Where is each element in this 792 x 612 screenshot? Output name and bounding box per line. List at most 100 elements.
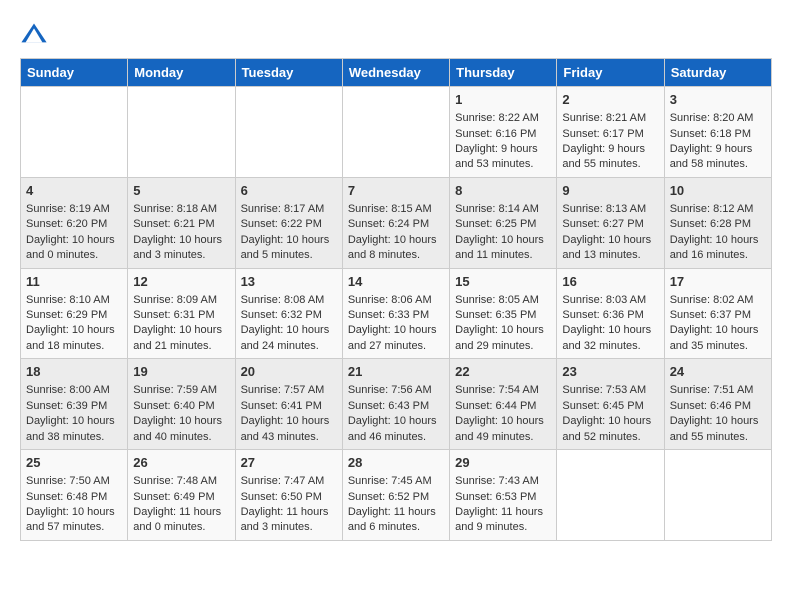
day-detail: Sunrise: 7:51 AM bbox=[670, 383, 766, 398]
day-detail: Sunrise: 8:21 AM bbox=[562, 111, 658, 126]
day-detail: Daylight: 10 hours bbox=[241, 414, 337, 429]
day-detail: and 16 minutes. bbox=[670, 248, 766, 263]
day-number: 26 bbox=[133, 454, 229, 472]
day-detail: and 52 minutes. bbox=[562, 430, 658, 445]
day-header-friday: Friday bbox=[557, 59, 664, 87]
day-detail: Daylight: 10 hours bbox=[455, 233, 551, 248]
day-number: 13 bbox=[241, 273, 337, 291]
day-number: 28 bbox=[348, 454, 444, 472]
calendar-cell: 28 Sunrise: 7:45 AMSunset: 6:52 PMDayligh… bbox=[342, 450, 449, 541]
day-detail: and 0 minutes. bbox=[133, 520, 229, 535]
day-detail: Sunrise: 8:20 AM bbox=[670, 111, 766, 126]
page-header bbox=[20, 20, 772, 48]
day-detail: Sunrise: 8:02 AM bbox=[670, 293, 766, 308]
day-number: 15 bbox=[455, 273, 551, 291]
day-detail: Sunrise: 8:22 AM bbox=[455, 111, 551, 126]
day-header-thursday: Thursday bbox=[450, 59, 557, 87]
week-row-3: 11Sunrise: 8:10 AMSunset: 6:29 PMDayligh… bbox=[21, 268, 772, 359]
day-detail: Daylight: 10 hours bbox=[455, 323, 551, 338]
calendar-cell bbox=[128, 87, 235, 178]
day-detail: Daylight: 9 hours bbox=[562, 142, 658, 157]
logo-icon bbox=[20, 20, 48, 48]
day-detail: Sunrise: 8:10 AM bbox=[26, 293, 122, 308]
calendar-cell: 3Sunrise: 8:20 AMSunset: 6:18 PMDaylight… bbox=[664, 87, 771, 178]
day-detail: and 13 minutes. bbox=[562, 248, 658, 263]
day-detail: Daylight: 11 hours bbox=[348, 505, 444, 520]
day-detail: and 24 minutes. bbox=[241, 339, 337, 354]
day-detail: Sunset: 6:48 PM bbox=[26, 490, 122, 505]
day-detail: Daylight: 10 hours bbox=[26, 233, 122, 248]
day-number: 7 bbox=[348, 182, 444, 200]
day-detail: Sunset: 6:39 PM bbox=[26, 399, 122, 414]
day-detail: Sunset: 6:22 PM bbox=[241, 217, 337, 232]
day-number: 16 bbox=[562, 273, 658, 291]
day-detail: Sunrise: 8:05 AM bbox=[455, 293, 551, 308]
calendar-cell: 17Sunrise: 8:02 AMSunset: 6:37 PMDayligh… bbox=[664, 268, 771, 359]
day-number: 25 bbox=[26, 454, 122, 472]
day-detail: Sunset: 6:29 PM bbox=[26, 308, 122, 323]
day-detail: and 40 minutes. bbox=[133, 430, 229, 445]
day-detail: Daylight: 10 hours bbox=[348, 414, 444, 429]
day-detail: Daylight: 11 hours bbox=[455, 505, 551, 520]
day-detail: and 8 minutes. bbox=[348, 248, 444, 263]
calendar-cell: 23Sunrise: 7:53 AMSunset: 6:45 PMDayligh… bbox=[557, 359, 664, 450]
day-detail: Sunset: 6:43 PM bbox=[348, 399, 444, 414]
day-detail: Sunrise: 7:53 AM bbox=[562, 383, 658, 398]
day-detail: Sunrise: 7:59 AM bbox=[133, 383, 229, 398]
day-detail: and 32 minutes. bbox=[562, 339, 658, 354]
day-detail: Sunrise: 8:03 AM bbox=[562, 293, 658, 308]
day-detail: Sunset: 6:21 PM bbox=[133, 217, 229, 232]
days-of-week-row: SundayMondayTuesdayWednesdayThursdayFrid… bbox=[21, 59, 772, 87]
calendar-body: 1Sunrise: 8:22 AMSunset: 6:16 PMDaylight… bbox=[21, 87, 772, 541]
calendar-cell: 7Sunrise: 8:15 AMSunset: 6:24 PMDaylight… bbox=[342, 177, 449, 268]
calendar-cell: 16Sunrise: 8:03 AMSunset: 6:36 PMDayligh… bbox=[557, 268, 664, 359]
day-detail: Sunrise: 8:13 AM bbox=[562, 202, 658, 217]
day-detail: and 55 minutes. bbox=[670, 430, 766, 445]
day-number: 19 bbox=[133, 363, 229, 381]
day-detail: Sunset: 6:16 PM bbox=[455, 127, 551, 142]
day-number: 18 bbox=[26, 363, 122, 381]
day-detail: Sunrise: 8:12 AM bbox=[670, 202, 766, 217]
calendar-cell: 21Sunrise: 7:56 AMSunset: 6:43 PMDayligh… bbox=[342, 359, 449, 450]
day-detail: Sunrise: 8:00 AM bbox=[26, 383, 122, 398]
week-row-5: 25 Sunrise: 7:50 AMSunset: 6:48 PM Dayligh… bbox=[21, 450, 772, 541]
day-detail: and 46 minutes. bbox=[348, 430, 444, 445]
day-detail: Daylight: 10 hours bbox=[562, 414, 658, 429]
calendar-cell: 25Sunrise: 7:50 AMSunset: 6:48 PMDayligh… bbox=[21, 450, 128, 541]
day-detail: Sunset: 6:33 PM bbox=[348, 308, 444, 323]
day-detail: Sunset: 6:41 PM bbox=[241, 399, 337, 414]
day-detail: Sunset: 6:31 PM bbox=[133, 308, 229, 323]
week-row-4: 18Sunrise: 8:00 AMSunset: 6:39 PMDayligh… bbox=[21, 359, 772, 450]
day-detail: Sunset: 6:20 PM bbox=[26, 217, 122, 232]
day-detail: Daylight: 10 hours bbox=[133, 233, 229, 248]
day-number: 11 bbox=[26, 273, 122, 291]
calendar-cell: 26Sunrise: 7:48 AMSunset: 6:49 PMDayligh… bbox=[128, 450, 235, 541]
day-detail: Daylight: 10 hours bbox=[26, 323, 122, 338]
day-detail: Daylight: 9 hours bbox=[455, 142, 551, 157]
day-detail: Sunrise: 8:18 AM bbox=[133, 202, 229, 217]
calendar-cell bbox=[664, 450, 771, 541]
day-detail: Daylight: 10 hours bbox=[562, 233, 658, 248]
day-detail: Sunset: 6:50 PM bbox=[241, 490, 337, 505]
day-detail: Daylight: 9 hours bbox=[670, 142, 766, 157]
calendar-cell: 13Sunrise: 8:08 AMSunset: 6:32 PMDayligh… bbox=[235, 268, 342, 359]
day-detail: Sunset: 6:53 PM bbox=[455, 490, 551, 505]
day-detail: Sunrise: 7:45 AM bbox=[348, 474, 444, 489]
day-detail: Sunset: 6:52 PM bbox=[348, 490, 444, 505]
day-detail: Sunrise: 7:56 AM bbox=[348, 383, 444, 398]
day-detail: Sunrise: 7:50 AM bbox=[26, 474, 122, 489]
day-number: 20 bbox=[241, 363, 337, 381]
week-row-2: 4Sunrise: 8:19 AMSunset: 6:20 PMDaylight… bbox=[21, 177, 772, 268]
day-detail: Sunset: 6:45 PM bbox=[562, 399, 658, 414]
day-detail: Daylight: 10 hours bbox=[26, 414, 122, 429]
calendar-cell: 8Sunrise: 8:14 AMSunset: 6:25 PMDaylight… bbox=[450, 177, 557, 268]
day-detail: Sunset: 6:49 PM bbox=[133, 490, 229, 505]
day-header-saturday: Saturday bbox=[664, 59, 771, 87]
day-detail: Daylight: 10 hours bbox=[670, 233, 766, 248]
day-number: 29 bbox=[455, 454, 551, 472]
day-detail: and 29 minutes. bbox=[455, 339, 551, 354]
day-detail: and 38 minutes. bbox=[26, 430, 122, 445]
day-detail: Daylight: 10 hours bbox=[670, 414, 766, 429]
calendar-table: SundayMondayTuesdayWednesdayThursdayFrid… bbox=[20, 58, 772, 541]
calendar-cell: 5Sunrise: 8:18 AMSunset: 6:21 PMDaylight… bbox=[128, 177, 235, 268]
